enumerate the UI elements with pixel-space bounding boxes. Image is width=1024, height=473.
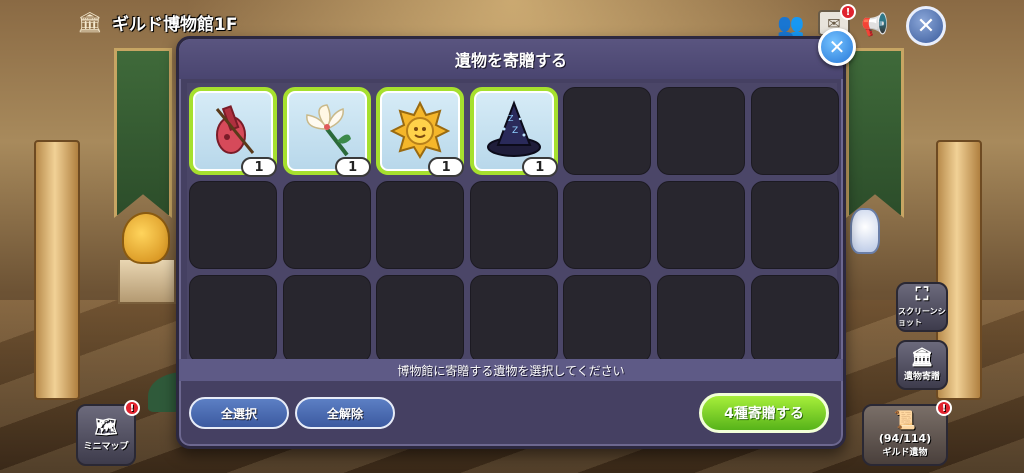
relic-donate-label: 遺物寄贈 <box>903 371 940 382</box>
select-all-button[interactable]: 全選択 <box>189 397 289 429</box>
guild-relic-label: ギルド遺物 <box>882 448 928 458</box>
relic-slot-empty <box>282 181 371 269</box>
relic-quantity-badge: 1 <box>241 157 277 177</box>
location-title: ギルド博物館1F <box>112 14 238 35</box>
relic-slot-selected[interactable]: 1 <box>189 87 277 177</box>
right-guild-banner <box>846 48 904 218</box>
relic-slot-empty <box>469 275 558 363</box>
relic-slot-empty <box>282 275 371 363</box>
relic-slot-empty <box>376 181 465 269</box>
relic-slot-empty <box>563 87 652 175</box>
svg-text:Z: Z <box>508 114 514 123</box>
left-guild-banner <box>114 48 172 218</box>
camera-frame-icon: ⛶ <box>915 284 929 305</box>
guild-relic-button[interactable]: 📜 (94/114) ギルド遺物 ! <box>862 400 952 466</box>
mail-alert-badge: ! <box>840 4 856 20</box>
relic-donate-button[interactable]: 🏛 遺物寄贈 <box>896 340 948 390</box>
minimap-label: ミニマップ <box>83 441 129 452</box>
relic-slot-empty <box>189 181 277 269</box>
dialog-title: 遺物を寄贈する <box>454 51 567 70</box>
screenshot-button[interactable]: ⛶ スクリーンショット <box>896 282 948 332</box>
relic-quantity-badge: 1 <box>428 157 465 177</box>
left-pillar <box>34 140 80 400</box>
relic-slot-empty <box>469 181 558 269</box>
svg-text:Z: Z <box>512 126 518 136</box>
relic-slot-selected[interactable]: ZZ1 <box>469 87 558 177</box>
minimap-button[interactable]: 🗺 ミニマップ ! <box>76 400 140 466</box>
relic-slot-empty <box>657 181 745 269</box>
relic-slot-empty <box>189 275 277 363</box>
relic-slot-empty <box>657 275 745 363</box>
relic-slot-empty <box>563 181 652 269</box>
wizard-hat-icon: ZZ <box>482 97 546 161</box>
close-museum-button[interactable]: ✕ <box>906 6 946 46</box>
donate-button[interactable]: 4種寄贈する <box>699 393 829 433</box>
relic-slot-selected[interactable]: 1 <box>376 87 465 177</box>
guild-relic-count: (94/114) <box>878 432 932 445</box>
guild-relic-alert-badge: ! <box>936 400 952 416</box>
relic-slot-empty <box>563 275 652 363</box>
relic-pedestal <box>118 258 176 304</box>
museum-building-icon: 🏛 <box>910 346 934 368</box>
relic-slot-empty <box>750 181 839 269</box>
relic-quantity-badge: 1 <box>521 157 558 177</box>
relic-slot-empty <box>750 275 839 363</box>
relic-slot-empty <box>750 87 839 175</box>
relic-quantity-badge: 1 <box>334 157 371 177</box>
screenshot-label: スクリーンショット <box>898 307 946 327</box>
dialog-close-button[interactable]: ✕ <box>818 28 856 66</box>
sun-medal-icon <box>388 97 452 161</box>
relic-book-icon: 📜 <box>893 410 917 431</box>
minimap-alert-badge: ! <box>124 400 140 416</box>
lily-flower-icon <box>295 97 359 161</box>
relic-slot-selected[interactable]: 1 <box>282 87 371 177</box>
instruction-text: 博物館に寄贈する遺物を選択してください <box>397 363 625 378</box>
instruction-bar: 博物館に寄贈する遺物を選択してください <box>179 359 843 381</box>
relic-inventory-grid: 111ZZ1 <box>187 83 839 363</box>
honey-relic-display <box>122 212 170 264</box>
violin-icon <box>201 97 265 161</box>
museum-icon: 🏛 <box>77 10 103 34</box>
donate-relics-dialog: 遺物を寄贈する 111ZZ1 博物館に寄贈する遺物を選択してください 全選択 全… <box>176 36 846 449</box>
map-icon: 🗺 <box>94 416 118 438</box>
vase-relic-display <box>850 208 880 254</box>
location-header: 🏛 ギルド博物館1F <box>76 8 237 36</box>
megaphone-icon[interactable]: 📢 <box>858 8 892 42</box>
deselect-all-button[interactable]: 全解除 <box>295 397 395 429</box>
relic-slot-empty <box>657 87 745 175</box>
dialog-header: 遺物を寄贈する <box>179 39 843 79</box>
dialog-footer: 全選択 全解除 4種寄贈する <box>179 381 843 446</box>
relic-slot-empty <box>376 275 465 363</box>
